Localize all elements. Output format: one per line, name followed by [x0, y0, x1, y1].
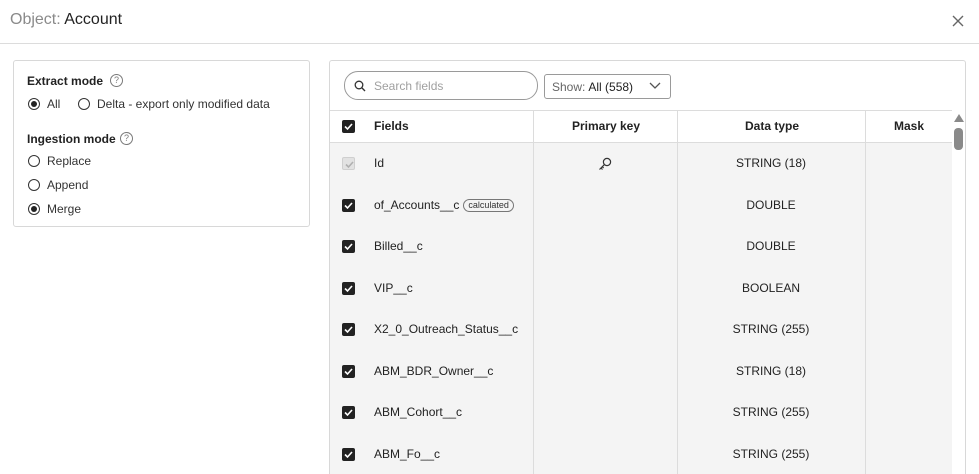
field-name-cell: Id [374, 143, 384, 184]
row-checkbox[interactable] [342, 323, 355, 336]
calculated-badge: calculated [463, 198, 514, 212]
field-name: X2_0_Outreach_Status__c [374, 322, 519, 336]
row-checkbox [342, 157, 355, 170]
field-name-cell: Billed__c [374, 226, 423, 267]
radio-unselected-icon [28, 155, 40, 167]
vertical-scrollbar[interactable] [952, 110, 965, 474]
table-row[interactable]: Billed__c DOUBLE [330, 226, 952, 268]
show-value: All (558) [588, 79, 634, 94]
table-row[interactable]: ABM_Fo__c STRING (255) [330, 434, 952, 474]
column-header-fields[interactable]: Fields [374, 111, 409, 143]
field-name: Billed__c [374, 239, 423, 253]
field-name-cell: ABM_Fo__c [374, 434, 440, 474]
data-type-cell: STRING (255) [732, 322, 810, 336]
dialog-title: Object: Account [10, 10, 122, 30]
data-type-cell: STRING (18) [735, 156, 806, 170]
radio-selected-icon [28, 203, 40, 215]
table-row[interactable]: Id STRING (18) [330, 143, 952, 185]
search-input[interactable] [374, 78, 524, 93]
column-header-primary-key[interactable]: Primary key [534, 111, 678, 143]
field-name: VIP__c [374, 280, 413, 295]
field-name: ABM_Fo__c [374, 446, 441, 461]
row-checkbox[interactable] [342, 198, 355, 212]
field-name-cell: ABM_BDR_Owner__c [374, 351, 493, 392]
field-name-cell: of_Accounts__c calculated [374, 185, 514, 226]
key-icon [597, 156, 613, 175]
checkmark-icon [344, 123, 353, 131]
data-type-cell: DOUBLE [746, 197, 796, 212]
row-checkbox[interactable] [342, 364, 355, 378]
search-box[interactable] [344, 71, 538, 100]
checkmark-icon [344, 243, 353, 251]
fields-panel: Show: All (558) Fields Primary key Data … [329, 60, 966, 474]
checkmark-icon [344, 284, 353, 292]
column-header-mask[interactable]: Mask [866, 111, 952, 143]
ingestion-mode-title: Ingestion mode [27, 132, 116, 146]
extract-mode-delta-radio[interactable]: Delta - export only modified data [78, 97, 270, 111]
chevron-down-icon [649, 82, 661, 89]
table-row[interactable]: VIP__c BOOLEAN [330, 268, 952, 310]
data-type-cell: STRING (18) [735, 363, 806, 378]
field-name: ABM_BDR_Owner__c [374, 363, 494, 378]
ingestion-mode-append-radio[interactable]: Append [28, 178, 88, 192]
select-all-checkbox[interactable] [342, 120, 355, 133]
radio-unselected-icon [28, 179, 40, 191]
radio-label: All [47, 97, 61, 111]
radio-label: Replace [47, 154, 92, 168]
dialog-header: Object: Account [0, 0, 979, 44]
extract-mode-all-radio[interactable]: All [28, 97, 60, 111]
close-button[interactable] [949, 12, 967, 30]
data-type-cell: STRING (255) [732, 405, 810, 419]
field-name: ABM_Cohort__c [374, 405, 463, 419]
checkmark-icon [344, 409, 353, 417]
row-checkbox[interactable] [342, 406, 355, 419]
help-icon[interactable]: ? [120, 132, 133, 145]
field-name-cell: ABM_Cohort__c [374, 392, 462, 433]
title-label: Object: [10, 11, 61, 28]
radio-unselected-icon [78, 98, 90, 110]
column-divider [677, 110, 678, 474]
scrollbar-thumb[interactable] [954, 128, 963, 150]
table-row[interactable]: X2_0_Outreach_Status__c STRING (255) [330, 309, 952, 351]
ingestion-mode-replace-radio[interactable]: Replace [28, 154, 91, 168]
show-filter-dropdown[interactable]: Show: All (558) [544, 74, 671, 99]
column-header-data-type[interactable]: Data type [678, 111, 866, 143]
data-type-cell: BOOLEAN [741, 280, 801, 295]
column-divider [865, 110, 866, 474]
table-row[interactable]: ABM_BDR_Owner__c STRING (18) [330, 351, 952, 393]
row-checkbox[interactable] [342, 240, 355, 253]
close-icon [952, 15, 964, 27]
ingestion-mode-merge-radio[interactable]: Merge [28, 202, 81, 216]
field-name-cell: X2_0_Outreach_Status__c [374, 309, 518, 350]
checkmark-icon [344, 367, 353, 375]
checkmark-icon [344, 326, 353, 334]
checkmark-icon [344, 201, 353, 209]
row-checkbox[interactable] [342, 281, 355, 295]
field-name: of_Accounts__c [374, 197, 460, 212]
data-type-cell: DOUBLE [746, 239, 796, 253]
table-row[interactable]: of_Accounts__c calculated DOUBLE [330, 185, 952, 227]
radio-label: Append [47, 178, 89, 192]
radio-selected-icon [28, 98, 40, 110]
column-divider [533, 110, 534, 474]
table-row[interactable]: ABM_Cohort__c STRING (255) [330, 392, 952, 434]
table-header: Fields Primary key Data type Mask [330, 110, 952, 143]
field-name: Id [374, 156, 385, 170]
title-value: Account [64, 11, 123, 28]
data-type-cell: STRING (255) [732, 446, 810, 461]
options-panel: Extract mode ? All Delta - export only m… [13, 60, 310, 227]
scroll-up-arrow-icon[interactable] [954, 114, 964, 122]
row-checkbox[interactable] [342, 447, 355, 461]
fields-table-body: Id STRING (18) of_Accounts__c calculated DOU… [330, 143, 952, 474]
radio-label: Merge [47, 202, 82, 216]
checkmark-icon [344, 450, 353, 458]
checkmark-icon [345, 161, 354, 169]
radio-label: Delta - export only modified data [97, 97, 270, 111]
extract-mode-title: Extract mode [27, 74, 104, 88]
search-icon [354, 80, 366, 91]
help-icon[interactable]: ? [110, 74, 123, 87]
show-label: Show: [552, 79, 586, 94]
field-name-cell: VIP__c [374, 268, 413, 309]
